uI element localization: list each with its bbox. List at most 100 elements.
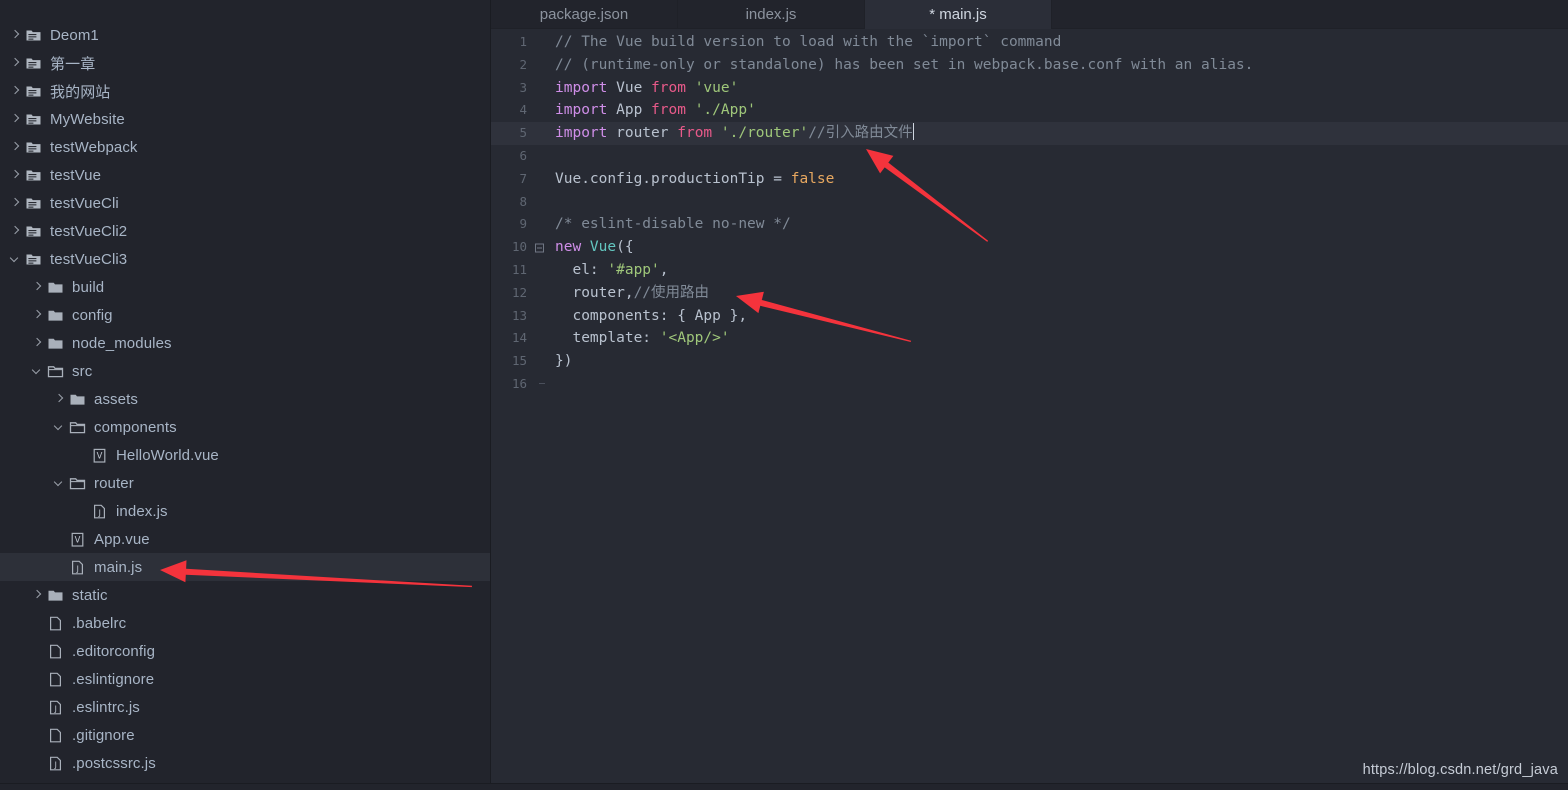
tree-item-config[interactable]: config — [0, 301, 490, 329]
line-number: 13 — [511, 307, 527, 323]
chevron-right-icon[interactable] — [8, 56, 22, 70]
chevron-down-icon[interactable] — [30, 364, 44, 378]
code-line[interactable]: 1 // The Vue build version to load with … — [491, 31, 1568, 54]
chevron-right-icon[interactable] — [8, 224, 22, 238]
code-content[interactable]: 1 // The Vue build version to load with … — [491, 29, 1568, 396]
code-line[interactable]: 6 — [491, 145, 1568, 168]
tree-item-helloworld.vue[interactable]: V HelloWorld.vue — [0, 441, 490, 469]
svg-text:V: V — [75, 534, 81, 544]
chevron-right-icon[interactable] — [8, 112, 22, 126]
tree-item--[interactable]: 第一章 — [0, 49, 490, 77]
tree-item-testwebpack[interactable]: testWebpack — [0, 133, 490, 161]
code-line[interactable]: 11 el: '#app', — [491, 259, 1568, 282]
tree-item-label: testVueCli — [50, 194, 119, 212]
constant-token: false — [790, 170, 835, 187]
tree-item-label: node_modules — [72, 334, 172, 352]
comment-token: // (runtime-only or standalone) has been… — [555, 56, 1254, 73]
tree-item-index.js[interactable]: Jindex.js — [0, 497, 490, 525]
chevron-down-icon[interactable] — [8, 252, 22, 266]
code-scroll-area[interactable]: 1 // The Vue build version to load with … — [491, 29, 1568, 790]
fold-collapse-icon[interactable] — [535, 243, 544, 253]
tree-item-.editorconfig[interactable]: .editorconfig — [0, 637, 490, 665]
line-number: 6 — [519, 147, 527, 163]
tree-item-.gitignore[interactable]: .gitignore — [0, 721, 490, 749]
chevron-right-icon[interactable] — [8, 28, 22, 42]
tree-item-components[interactable]: components — [0, 413, 490, 441]
chevron-right-icon[interactable] — [30, 308, 44, 322]
code-line[interactable]: 10 new Vue({ — [491, 236, 1568, 259]
code-line[interactable]: 15 }) — [491, 350, 1568, 373]
tree-item-testvue[interactable]: testVue — [0, 161, 490, 189]
code-line[interactable]: 13 components: { App }, — [491, 305, 1568, 328]
chevron-right-icon[interactable] — [30, 588, 44, 602]
chevron-right-icon[interactable] — [30, 280, 44, 294]
chevron-right-icon[interactable] — [8, 168, 22, 182]
code-line[interactable]: 12 router,//使用路由 — [491, 282, 1568, 305]
tree-item-app.vue[interactable]: V App.vue — [0, 525, 490, 553]
string-token: './router' — [712, 125, 809, 142]
tree-item--[interactable]: 我的网站 — [0, 77, 490, 105]
tree-item-node-modules[interactable]: node_modules — [0, 329, 490, 357]
tree-item-.postcssrc.js[interactable]: J .postcssrc.js — [0, 749, 490, 777]
code-line[interactable]: 3 import Vue from 'vue' — [491, 77, 1568, 100]
code-line[interactable]: 2 // (runtime-only or standalone) has be… — [491, 54, 1568, 77]
folder-icon — [69, 391, 86, 408]
code-line[interactable]: 7 Vue.config.productionTip = false — [491, 168, 1568, 191]
editor-tab-bar: package.json index.js * main.js — [491, 0, 1568, 29]
code-line[interactable]: 16 — [491, 373, 1568, 396]
tree-item-label: testVueCli2 — [50, 222, 128, 240]
chevron-right-icon[interactable] — [30, 336, 44, 350]
line-number: 1 — [519, 34, 527, 49]
editor-tab-index.js[interactable]: index.js — [678, 0, 865, 29]
line-text: /* eslint-disable no-new */ — [547, 213, 791, 236]
string-token: '#app' — [607, 261, 660, 278]
tree-item-router[interactable]: router — [0, 469, 490, 497]
tree-item-src[interactable]: src — [0, 357, 490, 385]
tree-item-.eslintrc.js[interactable]: J .eslintrc.js — [0, 693, 490, 721]
tree-item-mywebsite[interactable]: MyWebsite — [0, 105, 490, 133]
chevron-down-icon[interactable] — [52, 476, 66, 490]
code-line[interactable]: 14 template: '<App/>' — [491, 327, 1568, 350]
chevron-right-icon[interactable] — [8, 196, 22, 210]
identifier-token: Vue — [607, 79, 652, 96]
code-line[interactable]: 4 import App from './App' — [491, 99, 1568, 122]
tree-item-build[interactable]: build — [0, 273, 490, 301]
comment-token: // The Vue build version to load with th… — [555, 34, 1062, 50]
tree-item-static[interactable]: static — [0, 581, 490, 609]
keyword-token: import — [555, 102, 608, 119]
editor-tab-package.json[interactable]: package.json — [491, 0, 678, 29]
tree-item-.eslintignore[interactable]: .eslintignore — [0, 665, 490, 693]
tree-item-testvuecli[interactable]: testVueCli — [0, 189, 490, 217]
tree-item-label: HelloWorld.vue — [116, 446, 219, 464]
line-number: 5 — [519, 125, 527, 141]
tree-item-assets[interactable]: assets — [0, 385, 490, 413]
tree-item-label: .babelrc — [72, 614, 127, 632]
tree-item-.babelrc[interactable]: .babelrc — [0, 609, 490, 637]
tree-item-testvuecli2[interactable]: testVueCli2 — [0, 217, 490, 245]
module-folder-icon — [25, 139, 42, 156]
punctuation-token: , — [659, 261, 669, 278]
editor-tab-main.js[interactable]: * main.js — [865, 0, 1052, 29]
svg-text:J: J — [54, 760, 57, 769]
chevron-right-icon[interactable] — [8, 140, 22, 154]
tree-item-main.js[interactable]: Jmain.js — [0, 553, 490, 581]
chevron-right-icon[interactable] — [8, 84, 22, 98]
project-tree-sidebar: Deom1 第一章 我的网站 MyWebsite testWebpack testVue t… — [0, 0, 491, 790]
module-folder-icon — [25, 111, 42, 128]
folder-icon — [47, 335, 64, 352]
tree-item-label: static — [72, 586, 108, 604]
code-line[interactable]: 9 /* eslint-disable no-new */ — [491, 213, 1568, 236]
code-line-current[interactable]: 5 import router from './router'//引入路由文件 — [491, 122, 1568, 145]
tree-item-label: .gitignore — [72, 726, 135, 744]
tree-item-deom1[interactable]: Deom1 — [0, 21, 490, 49]
tree-item-testvuecli3[interactable]: testVueCli3 — [0, 245, 490, 273]
keyword-token: import — [555, 125, 608, 142]
code-line[interactable]: 8 — [491, 191, 1568, 214]
chevron-down-icon[interactable] — [52, 420, 66, 434]
chevron-right-icon[interactable] — [52, 392, 66, 406]
folder-icon — [47, 307, 64, 324]
folder-open-icon — [69, 419, 86, 436]
file-icon — [47, 643, 64, 660]
line-text: // (runtime-only or standalone) has been… — [547, 54, 1253, 77]
